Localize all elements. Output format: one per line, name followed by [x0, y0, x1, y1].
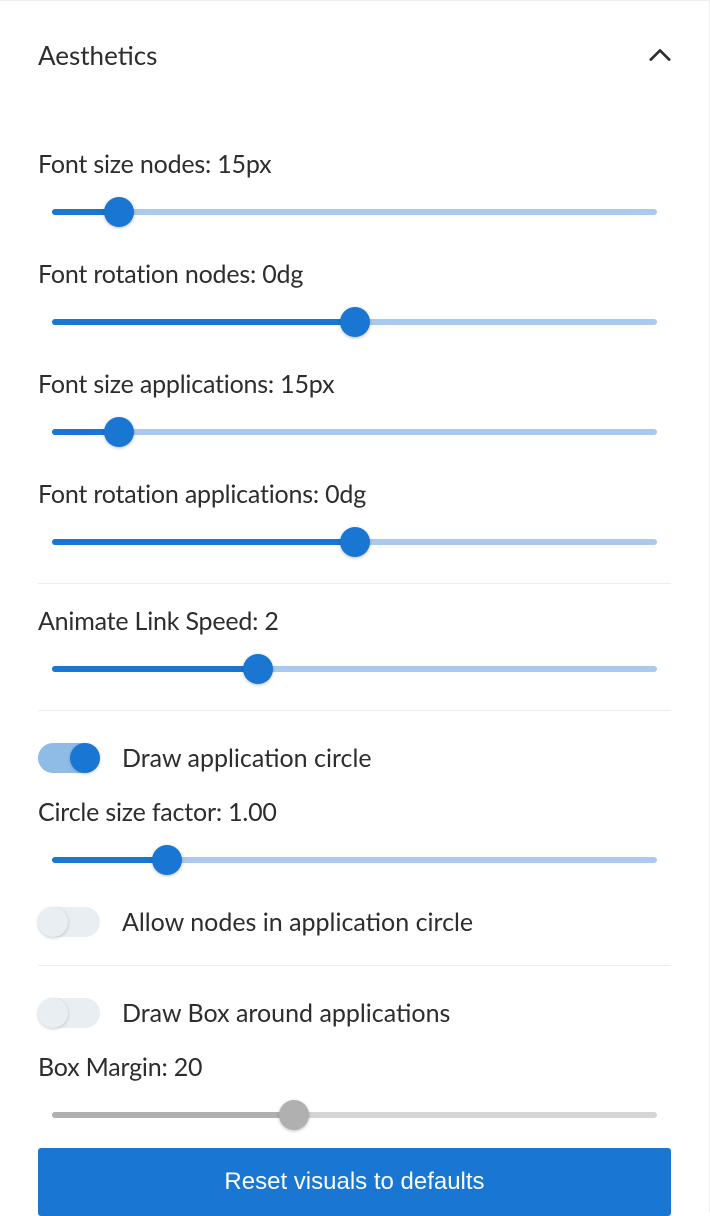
- slider-label: Circle size factor: 1.00: [38, 797, 671, 827]
- slider-label: Animate Link Speed: 2: [38, 606, 671, 636]
- slider-animate-link-speed[interactable]: [38, 654, 671, 684]
- slider-circle-size-factor[interactable]: [38, 845, 671, 875]
- control-font-size-apps: Font size applications: 15px: [38, 355, 671, 465]
- slider-label: Font size nodes: 15px: [38, 149, 671, 179]
- toggle-row-draw-box-apps: Draw Box around applications: [38, 984, 671, 1048]
- control-box-margin: Box Margin: 20: [38, 1048, 671, 1134]
- toggle-label: Allow nodes in application circle: [122, 907, 473, 937]
- section-header-aesthetics[interactable]: Aesthetics: [38, 1, 671, 109]
- toggle-draw-app-circle[interactable]: [38, 743, 100, 773]
- divider: [38, 965, 671, 966]
- slider-box-margin[interactable]: [38, 1100, 671, 1130]
- toggle-label: Draw application circle: [122, 743, 372, 773]
- slider-label: Box Margin: 20: [38, 1052, 671, 1082]
- slider-font-rotation-nodes[interactable]: [38, 307, 671, 337]
- reset-visuals-button[interactable]: Reset visuals to defaults: [38, 1148, 671, 1216]
- control-font-rotation-nodes: Font rotation nodes: 0dg: [38, 245, 671, 355]
- control-font-rotation-apps: Font rotation applications: 0dg: [38, 465, 671, 575]
- divider: [38, 710, 671, 711]
- slider-font-size-apps[interactable]: [38, 417, 671, 447]
- toggle-allow-nodes-in-circle[interactable]: [38, 907, 100, 937]
- aesthetics-panel: Aesthetics Font size nodes: 15px Font ro…: [0, 0, 710, 1212]
- toggle-row-draw-app-circle: Draw application circle: [38, 729, 671, 793]
- slider-font-rotation-apps[interactable]: [38, 527, 671, 557]
- slider-font-size-nodes[interactable]: [38, 197, 671, 227]
- slider-label: Font size applications: 15px: [38, 369, 671, 399]
- section-title: Aesthetics: [38, 39, 157, 71]
- toggle-label: Draw Box around applications: [122, 998, 450, 1028]
- toggle-row-allow-nodes-in-circle: Allow nodes in application circle: [38, 893, 671, 957]
- chevron-up-icon: [649, 44, 671, 66]
- control-circle-size-factor: Circle size factor: 1.00: [38, 793, 671, 893]
- slider-label: Font rotation applications: 0dg: [38, 479, 671, 509]
- slider-label: Font rotation nodes: 0dg: [38, 259, 671, 289]
- control-animate-link-speed: Animate Link Speed: 2: [38, 602, 671, 702]
- divider: [38, 583, 671, 584]
- control-font-size-nodes: Font size nodes: 15px: [38, 109, 671, 245]
- toggle-draw-box-apps[interactable]: [38, 998, 100, 1028]
